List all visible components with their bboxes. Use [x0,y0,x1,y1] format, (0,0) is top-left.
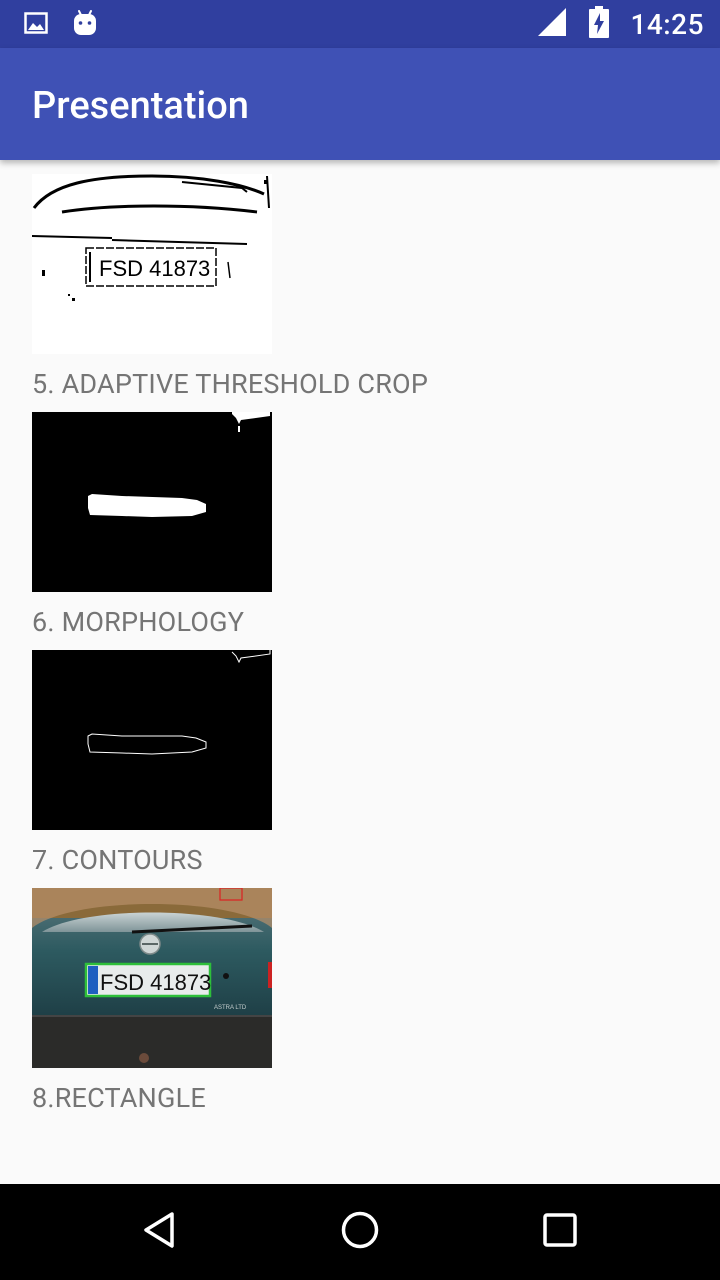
rectangle-car-image: FSD 41873 ASTRA LTD [32,888,272,1068]
step-caption-8: 8.RECTANGLE [32,1082,206,1114]
status-bar: 14:25 [0,0,720,48]
back-icon [140,1210,180,1254]
morphology-image [32,412,272,592]
step-caption-7: 7. CONTOURS [32,844,203,876]
home-icon [340,1210,380,1254]
step-caption-5: 5. ADAPTIVE THRESHOLD CROP [32,368,429,400]
plate-text-threshold: FSD 41873 [99,256,210,281]
recents-icon [540,1210,580,1254]
step-caption-6: 6. MORPHOLOGY [32,606,245,638]
android-icon [72,10,98,40]
app-title: Presentation [32,84,249,128]
car-model-badge: ASTRA LTD [214,1005,247,1011]
step-list[interactable]: FSD 41873 5. ADAPTIVE THRESHOLD CROP 6. … [0,160,720,1184]
status-time: 14:25 [630,7,704,41]
signal-icon [536,6,568,42]
image-icon [24,11,48,39]
navigation-bar [0,1184,720,1280]
app-bar: Presentation [0,48,720,160]
adaptive-threshold-image: FSD 41873 [32,174,272,354]
plate-text-car: FSD 41873 [100,970,211,995]
home-button[interactable] [330,1202,390,1262]
contours-image [32,650,272,830]
back-button[interactable] [130,1202,190,1262]
battery-charging-icon [588,6,610,42]
recents-button[interactable] [530,1202,590,1262]
